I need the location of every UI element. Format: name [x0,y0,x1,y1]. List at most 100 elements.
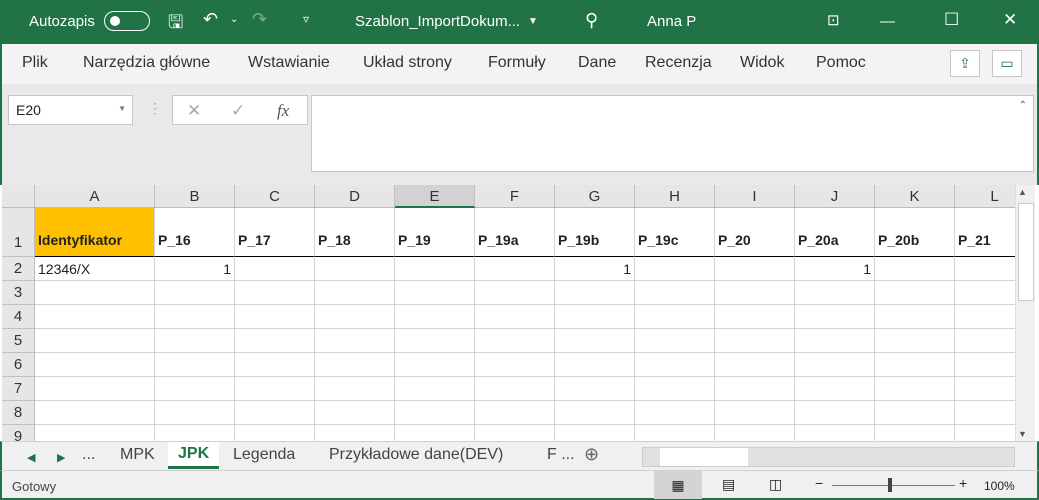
tab-page-layout[interactable]: Układ strony [363,54,452,72]
drag-handle-icon[interactable]: ⋮ [148,100,162,117]
undo-icon[interactable]: ↶ [203,9,218,30]
page-break-view-icon[interactable]: ◫ [769,476,782,493]
cell-L8[interactable] [955,401,1015,425]
column-header-g[interactable]: G [555,185,635,208]
cell-I3[interactable] [715,281,795,305]
zoom-slider-thumb[interactable] [888,478,892,492]
cell-H7[interactable] [635,377,715,401]
cell-F7[interactable] [475,377,555,401]
cell-E8[interactable] [395,401,475,425]
cell-K2[interactable] [875,257,955,281]
column-header-f[interactable]: F [475,185,555,208]
cell-G4[interactable] [555,305,635,329]
zoom-level[interactable]: 100% [984,479,1015,493]
cell-A9[interactable] [35,425,155,441]
cell-F5[interactable] [475,329,555,353]
chevron-down-icon[interactable]: ▼ [118,104,126,113]
cell-C3[interactable] [235,281,315,305]
comments-icon[interactable]: ▭ [992,50,1022,77]
sheet-tab-przykladowe[interactable]: Przykładowe dane(DEV) [329,446,503,464]
tab-plik[interactable]: Plik [22,54,48,72]
cell-G5[interactable] [555,329,635,353]
tab-review[interactable]: Recenzja [645,54,712,72]
column-header-d[interactable]: D [315,185,395,208]
row-header-7[interactable]: 7 [2,377,35,401]
cell-J9[interactable] [795,425,875,441]
close-icon[interactable]: ✕ [1003,10,1017,30]
customize-toolbar-icon[interactable]: ▿ [303,12,309,26]
cell-E5[interactable] [395,329,475,353]
column-header-e[interactable]: E [395,185,475,208]
cancel-icon[interactable]: ✕ [187,101,201,121]
cell-A5[interactable] [35,329,155,353]
cell-F1[interactable]: P_19a [475,208,555,257]
column-header-l[interactable]: L [955,185,1015,208]
cell-B5[interactable] [155,329,235,353]
column-header-i[interactable]: I [715,185,795,208]
cell-G1[interactable]: P_19b [555,208,635,257]
cell-G7[interactable] [555,377,635,401]
formula-input[interactable]: ⌃ [311,95,1034,172]
cell-D1[interactable]: P_18 [315,208,395,257]
cell-A3[interactable] [35,281,155,305]
cell-B2[interactable]: 1 [155,257,235,281]
save-icon[interactable]: 🖫 [168,10,183,40]
cell-H4[interactable] [635,305,715,329]
cell-C6[interactable] [235,353,315,377]
collapse-icon[interactable]: ⌃ [1019,100,1027,111]
cell-L7[interactable] [955,377,1015,401]
cell-C1[interactable]: P_17 [235,208,315,257]
cell-J1[interactable]: P_20a [795,208,875,257]
autosave-toggle[interactable] [104,11,150,31]
name-box[interactable]: E20 ▼ [8,95,133,125]
spreadsheet-grid[interactable]: A B C D E F G H I J K L 1 Identyfikator P_16 P_17 P_18 P_… [2,185,1015,441]
cell-D6[interactable] [315,353,395,377]
cell-J2[interactable]: 1 [795,257,875,281]
cell-D3[interactable] [315,281,395,305]
cell-A4[interactable] [35,305,155,329]
column-header-h[interactable]: H [635,185,715,208]
cell-H6[interactable] [635,353,715,377]
cell-J3[interactable] [795,281,875,305]
cell-L1[interactable]: P_21 [955,208,1015,257]
cell-L5[interactable] [955,329,1015,353]
cell-K1[interactable]: P_20b [875,208,955,257]
cell-A7[interactable] [35,377,155,401]
cell-A2[interactable]: 12346/X [35,257,155,281]
cell-B9[interactable] [155,425,235,441]
cell-A1[interactable]: Identyfikator [35,208,155,257]
cell-D2[interactable] [315,257,395,281]
cell-K3[interactable] [875,281,955,305]
tab-view[interactable]: Widok [740,54,784,72]
row-header-4[interactable]: 4 [2,305,35,329]
cell-K8[interactable] [875,401,955,425]
cell-C2[interactable] [235,257,315,281]
cell-L4[interactable] [955,305,1015,329]
cell-A8[interactable] [35,401,155,425]
column-header-c[interactable]: C [235,185,315,208]
row-header-8[interactable]: 8 [2,401,35,425]
row-header-5[interactable]: 5 [2,329,35,353]
cell-D9[interactable] [315,425,395,441]
cell-I5[interactable] [715,329,795,353]
cell-F6[interactable] [475,353,555,377]
search-icon[interactable]: ⚲ [585,10,598,31]
cell-F4[interactable] [475,305,555,329]
column-header-j[interactable]: J [795,185,875,208]
cell-E3[interactable] [395,281,475,305]
share-icon[interactable]: ⇪ [950,50,980,77]
cell-G3[interactable] [555,281,635,305]
sheet-tab-more[interactable]: F ... [547,446,575,464]
cell-B1[interactable]: P_16 [155,208,235,257]
cell-B8[interactable] [155,401,235,425]
minimize-icon[interactable]: — [880,13,895,30]
cell-L2[interactable] [955,257,1015,281]
cell-B6[interactable] [155,353,235,377]
undo-dropdown-icon[interactable]: ⌄ [230,14,238,25]
cell-E4[interactable] [395,305,475,329]
cell-C8[interactable] [235,401,315,425]
cell-J5[interactable] [795,329,875,353]
cell-E6[interactable] [395,353,475,377]
zoom-slider[interactable] [832,485,955,486]
enter-icon[interactable]: ✓ [231,101,245,121]
